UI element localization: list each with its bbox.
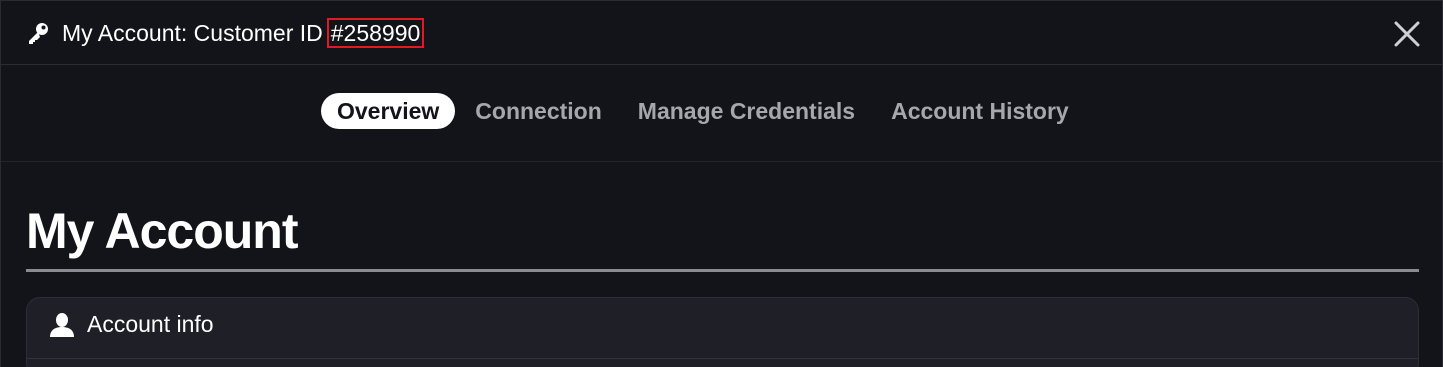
title-prefix: My Account: Customer ID [62, 20, 323, 46]
tab-connection[interactable]: Connection [459, 93, 618, 129]
close-button[interactable] [1392, 19, 1422, 49]
account-info-card: Account info [26, 297, 1419, 367]
window-title: My Account: Customer ID #258990 [62, 18, 425, 48]
user-icon [49, 312, 75, 338]
account-window: My Account: Customer ID #258990 Overview… [0, 0, 1443, 367]
account-info-card-header: Account info [27, 298, 1418, 359]
account-info-title: Account info [87, 311, 214, 337]
tab-list: Overview Connection Manage Credentials A… [321, 93, 1089, 129]
key-icon [26, 21, 50, 45]
page-title: My Account [26, 203, 298, 259]
tab-account-history[interactable]: Account History [875, 93, 1085, 129]
window-titlebar: My Account: Customer ID #258990 [1, 1, 1442, 65]
title-divider [26, 269, 1419, 272]
customer-id: #258990 [326, 18, 425, 48]
close-icon [1394, 21, 1420, 47]
tab-navigation: Overview Connection Manage Credentials A… [1, 65, 1442, 162]
tab-overview[interactable]: Overview [321, 93, 456, 129]
tab-manage-credentials[interactable]: Manage Credentials [622, 93, 871, 129]
